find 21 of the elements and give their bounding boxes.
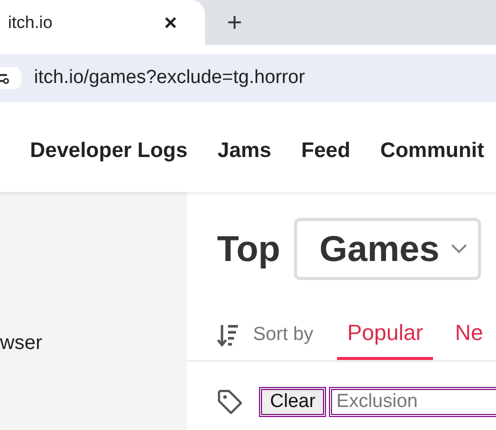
sort-label: Sort by [253, 324, 314, 346]
exclusion-input[interactable]: Exclusion [329, 387, 496, 417]
page-heading: Top [217, 228, 280, 270]
browser-tab[interactable]: itch.io × [0, 0, 205, 45]
sort-tab[interactable]: Popular [337, 310, 434, 360]
tab-title: itch.io [8, 12, 52, 32]
new-tab-button[interactable]: + [227, 7, 242, 38]
site-info-icon[interactable] [0, 66, 22, 88]
category-dropdown[interactable]: Games [294, 218, 482, 280]
nav-link[interactable]: Communit [380, 139, 484, 163]
clear-button[interactable]: Clear [259, 387, 326, 417]
chevron-down-icon [451, 244, 468, 254]
sort-tab[interactable]: Ne [445, 310, 494, 360]
sidebar-text: wser [0, 332, 42, 355]
tag-icon [217, 389, 243, 415]
nav-link[interactable]: Jams [218, 139, 272, 163]
close-button[interactable]: × [164, 10, 177, 36]
nav-link[interactable]: Developer Logs [30, 139, 188, 163]
address-bar[interactable]: itch.io/games?exclude=tg.horror [0, 54, 496, 102]
sort-icon [217, 323, 239, 347]
nav-link[interactable]: Feed [301, 139, 350, 163]
